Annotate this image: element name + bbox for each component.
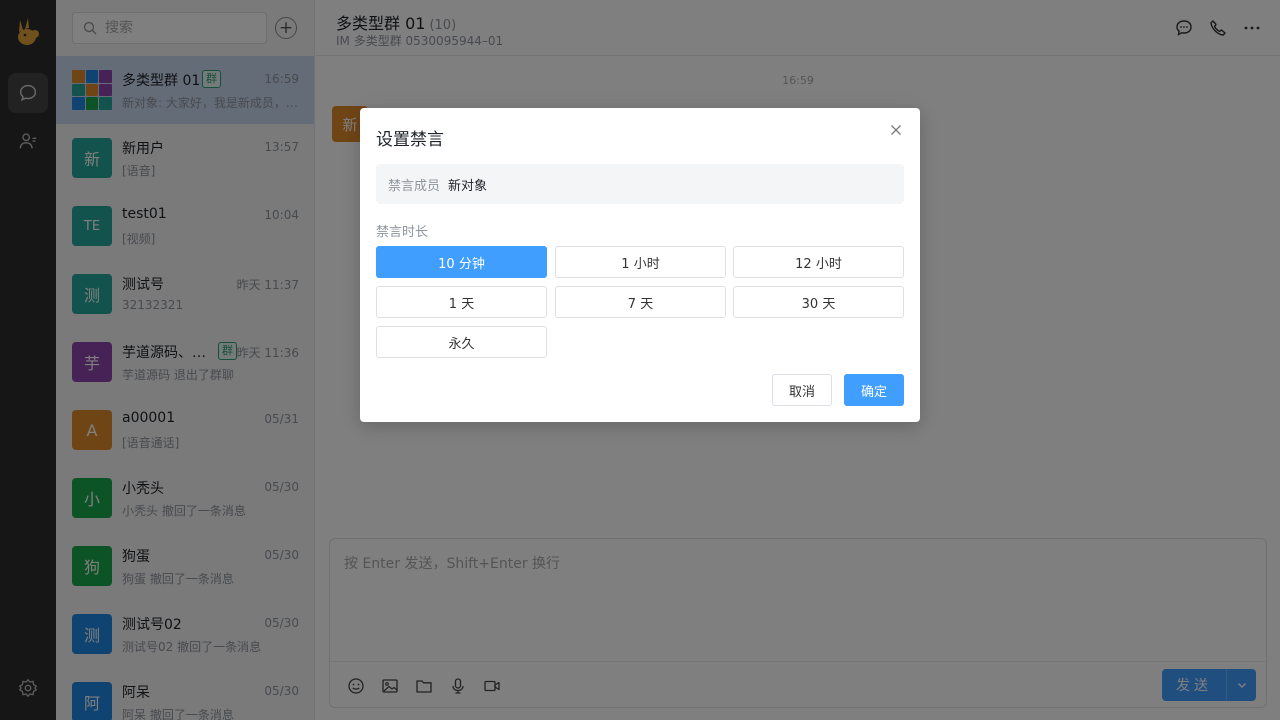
duration-option-30d[interactable]: 30 天 — [733, 286, 904, 318]
duration-option-10min[interactable]: 10 分钟 — [376, 246, 547, 278]
dialog-title: 设置禁言 — [376, 130, 444, 150]
duration-option-12h[interactable]: 12 小时 — [733, 246, 904, 278]
mute-member-box: 禁言成员 新对象 — [376, 164, 904, 204]
duration-option-1d[interactable]: 1 天 — [376, 286, 547, 318]
close-icon[interactable] — [888, 122, 904, 138]
duration-option-1h[interactable]: 1 小时 — [555, 246, 726, 278]
duration-option-7d[interactable]: 7 天 — [555, 286, 726, 318]
confirm-button[interactable]: 确定 — [844, 374, 904, 406]
mute-member-name: 新对象 — [448, 178, 488, 194]
mute-member-label: 禁言成员 — [388, 178, 441, 194]
mute-dialog: 设置禁言 禁言成员 新对象 禁言时长 10 分钟 1 小时 12 小时 1 天 … — [360, 108, 920, 422]
duration-label: 禁言时长 — [376, 225, 429, 240]
duration-option-forever[interactable]: 永久 — [376, 326, 547, 358]
cancel-button[interactable]: 取消 — [772, 374, 832, 406]
